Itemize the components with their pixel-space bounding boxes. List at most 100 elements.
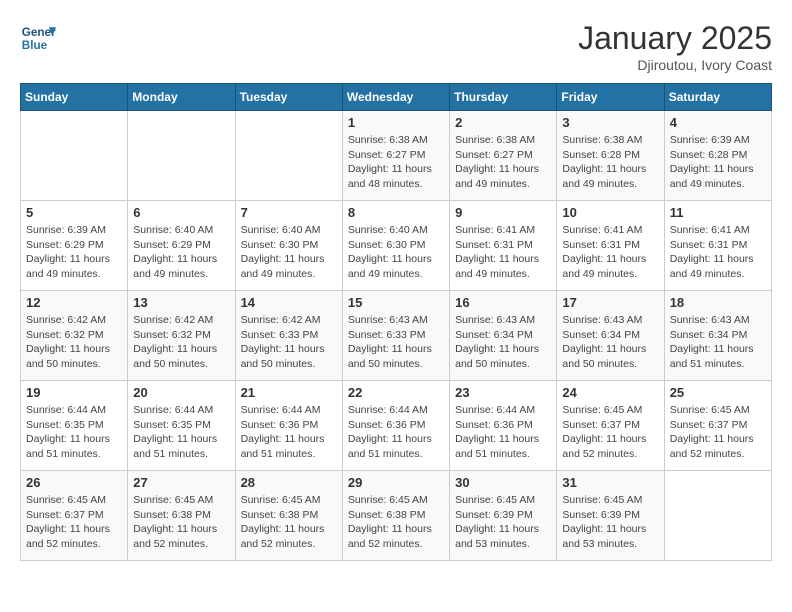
calendar-cell: 11Sunrise: 6:41 AM Sunset: 6:31 PM Dayli… <box>664 201 771 291</box>
day-info: Sunrise: 6:42 AM Sunset: 6:33 PM Dayligh… <box>241 313 337 372</box>
weekday-header-row: SundayMondayTuesdayWednesdayThursdayFrid… <box>21 84 772 111</box>
weekday-header-monday: Monday <box>128 84 235 111</box>
calendar-cell: 16 Sunrise: 6:43 AM Sunset: 6:34 PM Dayli… <box>450 291 557 381</box>
day-number: 2 <box>455 115 551 130</box>
day-info: Sunrise: 6:45 AM Sunset: 6:37 PM Dayligh… <box>562 403 658 462</box>
weekday-header-tuesday: Tuesday <box>235 84 342 111</box>
day-info: Sunrise: 6:44 AM Sunset: 6:35 PM Dayligh… <box>133 403 229 462</box>
day-number: 29 <box>348 475 444 490</box>
day-number: 21 <box>241 385 337 400</box>
day-number: 1 <box>348 115 444 130</box>
calendar-cell: 23Sunrise: 6:44 AM Sunset: 6:36 PM Dayli… <box>450 381 557 471</box>
day-info: Sunrise: 6:41 AM Sunset: 6:31 PM Dayligh… <box>455 223 551 282</box>
day-info: Sunrise: 6:43 AM Sunset: 6:34 PM Dayligh… <box>562 313 658 372</box>
day-info: Sunrise: 6:40 AM Sunset: 6:30 PM Dayligh… <box>348 223 444 282</box>
day-info: Sunrise: 6:45 AM Sunset: 6:39 PM Dayligh… <box>455 493 551 552</box>
day-number: 26 <box>26 475 122 490</box>
calendar-cell: 9 Sunrise: 6:41 AM Sunset: 6:31 PM Daylig… <box>450 201 557 291</box>
calendar-cell: 19 Sunrise: 6:44 AM Sunset: 6:35 PM Dayli… <box>21 381 128 471</box>
day-number: 12 <box>26 295 122 310</box>
day-number: 18 <box>670 295 766 310</box>
day-number: 25 <box>670 385 766 400</box>
calendar-cell: 3 Sunrise: 6:38 AM Sunset: 6:28 PM Daylig… <box>557 111 664 201</box>
calendar-cell <box>128 111 235 201</box>
day-info: Sunrise: 6:45 AM Sunset: 6:39 PM Dayligh… <box>562 493 658 552</box>
day-number: 10 <box>562 205 658 220</box>
day-number: 6 <box>133 205 229 220</box>
day-info: Sunrise: 6:45 AM Sunset: 6:38 PM Dayligh… <box>241 493 337 552</box>
logo: General Blue <box>20 20 56 56</box>
week-row-3: 19 Sunrise: 6:44 AM Sunset: 6:35 PM Dayli… <box>21 381 772 471</box>
day-info: Sunrise: 6:44 AM Sunset: 6:35 PM Dayligh… <box>26 403 122 462</box>
day-number: 20 <box>133 385 229 400</box>
weekday-header-thursday: Thursday <box>450 84 557 111</box>
day-info: Sunrise: 6:38 AM Sunset: 6:27 PM Dayligh… <box>455 133 551 192</box>
calendar-cell: 10 Sunrise: 6:41 AM Sunset: 6:31 PM Dayli… <box>557 201 664 291</box>
day-number: 9 <box>455 205 551 220</box>
day-info: Sunrise: 6:42 AM Sunset: 6:32 PM Dayligh… <box>26 313 122 372</box>
day-info: Sunrise: 6:40 AM Sunset: 6:29 PM Dayligh… <box>133 223 229 282</box>
day-number: 17 <box>562 295 658 310</box>
calendar-cell: 24 Sunrise: 6:45 AM Sunset: 6:37 PM Dayli… <box>557 381 664 471</box>
day-number: 5 <box>26 205 122 220</box>
week-row-1: 5Sunrise: 6:39 AM Sunset: 6:29 PM Daylig… <box>21 201 772 291</box>
day-number: 8 <box>348 205 444 220</box>
day-number: 22 <box>348 385 444 400</box>
weekday-header-wednesday: Wednesday <box>342 84 449 111</box>
day-number: 14 <box>241 295 337 310</box>
day-info: Sunrise: 6:45 AM Sunset: 6:38 PM Dayligh… <box>348 493 444 552</box>
day-info: Sunrise: 6:43 AM Sunset: 6:34 PM Dayligh… <box>455 313 551 372</box>
calendar-cell: 27 Sunrise: 6:45 AM Sunset: 6:38 PM Dayli… <box>128 471 235 561</box>
calendar-cell: 17 Sunrise: 6:43 AM Sunset: 6:34 PM Dayli… <box>557 291 664 381</box>
day-info: Sunrise: 6:45 AM Sunset: 6:37 PM Dayligh… <box>670 403 766 462</box>
calendar-cell: 2 Sunrise: 6:38 AM Sunset: 6:27 PM Daylig… <box>450 111 557 201</box>
day-number: 7 <box>241 205 337 220</box>
calendar-cell: 7Sunrise: 6:40 AM Sunset: 6:30 PM Daylig… <box>235 201 342 291</box>
day-number: 30 <box>455 475 551 490</box>
calendar-cell <box>664 471 771 561</box>
day-number: 3 <box>562 115 658 130</box>
weekday-header-sunday: Sunday <box>21 84 128 111</box>
calendar-cell: 15 Sunrise: 6:43 AM Sunset: 6:33 PM Dayli… <box>342 291 449 381</box>
day-number: 24 <box>562 385 658 400</box>
day-number: 31 <box>562 475 658 490</box>
svg-text:Blue: Blue <box>22 39 48 52</box>
calendar-cell: 4Sunrise: 6:39 AM Sunset: 6:28 PM Daylig… <box>664 111 771 201</box>
day-info: Sunrise: 6:41 AM Sunset: 6:31 PM Dayligh… <box>562 223 658 282</box>
calendar-cell: 20 Sunrise: 6:44 AM Sunset: 6:35 PM Dayli… <box>128 381 235 471</box>
day-info: Sunrise: 6:45 AM Sunset: 6:38 PM Dayligh… <box>133 493 229 552</box>
calendar-cell: 30 Sunrise: 6:45 AM Sunset: 6:39 PM Dayli… <box>450 471 557 561</box>
calendar-cell: 8 Sunrise: 6:40 AM Sunset: 6:30 PM Daylig… <box>342 201 449 291</box>
day-number: 15 <box>348 295 444 310</box>
week-row-0: 1 Sunrise: 6:38 AM Sunset: 6:27 PM Daylig… <box>21 111 772 201</box>
day-number: 19 <box>26 385 122 400</box>
day-info: Sunrise: 6:42 AM Sunset: 6:32 PM Dayligh… <box>133 313 229 372</box>
calendar-cell: 6 Sunrise: 6:40 AM Sunset: 6:29 PM Daylig… <box>128 201 235 291</box>
calendar-cell <box>21 111 128 201</box>
month-title: January 2025 <box>578 20 772 57</box>
calendar-cell: 29 Sunrise: 6:45 AM Sunset: 6:38 PM Dayli… <box>342 471 449 561</box>
calendar-table: SundayMondayTuesdayWednesdayThursdayFrid… <box>20 83 772 561</box>
day-info: Sunrise: 6:38 AM Sunset: 6:28 PM Dayligh… <box>562 133 658 192</box>
day-info: Sunrise: 6:39 AM Sunset: 6:28 PM Dayligh… <box>670 133 766 192</box>
day-info: Sunrise: 6:44 AM Sunset: 6:36 PM Dayligh… <box>241 403 337 462</box>
week-row-4: 26 Sunrise: 6:45 AM Sunset: 6:37 PM Dayli… <box>21 471 772 561</box>
weekday-header-friday: Friday <box>557 84 664 111</box>
calendar-cell: 13 Sunrise: 6:42 AM Sunset: 6:32 PM Dayli… <box>128 291 235 381</box>
logo-icon: General Blue <box>20 20 56 56</box>
day-number: 13 <box>133 295 229 310</box>
calendar-cell: 14 Sunrise: 6:42 AM Sunset: 6:33 PM Dayli… <box>235 291 342 381</box>
calendar-cell: 22 Sunrise: 6:44 AM Sunset: 6:36 PM Dayli… <box>342 381 449 471</box>
calendar-cell: 12 Sunrise: 6:42 AM Sunset: 6:32 PM Dayli… <box>21 291 128 381</box>
calendar-cell: 26 Sunrise: 6:45 AM Sunset: 6:37 PM Dayli… <box>21 471 128 561</box>
day-number: 11 <box>670 205 766 220</box>
day-info: Sunrise: 6:45 AM Sunset: 6:37 PM Dayligh… <box>26 493 122 552</box>
calendar-cell: 28Sunrise: 6:45 AM Sunset: 6:38 PM Dayli… <box>235 471 342 561</box>
day-info: Sunrise: 6:43 AM Sunset: 6:33 PM Dayligh… <box>348 313 444 372</box>
day-number: 16 <box>455 295 551 310</box>
calendar-body: 1 Sunrise: 6:38 AM Sunset: 6:27 PM Daylig… <box>21 111 772 561</box>
day-number: 27 <box>133 475 229 490</box>
calendar-cell: 1Sunrise: 6:38 AM Sunset: 6:27 PM Daylig… <box>342 111 449 201</box>
day-info: Sunrise: 6:44 AM Sunset: 6:36 PM Dayligh… <box>348 403 444 462</box>
day-number: 23 <box>455 385 551 400</box>
